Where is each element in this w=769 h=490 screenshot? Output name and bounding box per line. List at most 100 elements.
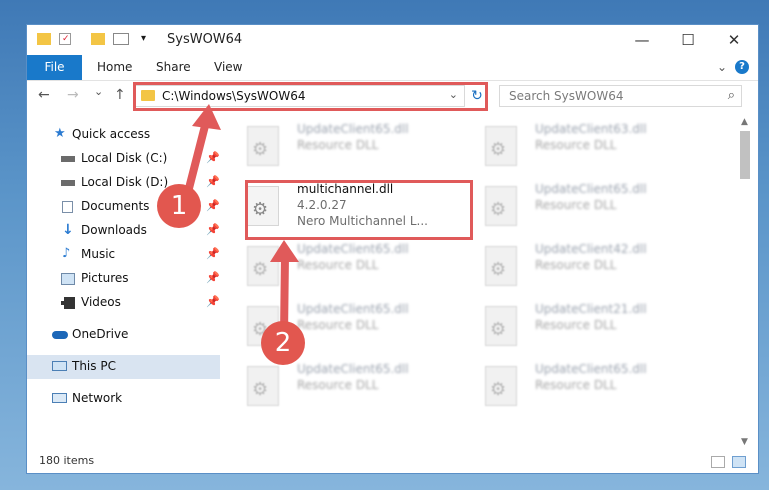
pin-icon[interactable]: 📌 (206, 223, 220, 236)
scroll-down-icon[interactable]: ▼ (741, 437, 748, 447)
file-item[interactable]: UpdateClient65.dll Resource DLL (227, 238, 447, 294)
file-name: UpdateClient42.dll (535, 242, 647, 256)
sidebar-item-label: Local Disk (C:) (81, 151, 168, 165)
window-title: SysWOW64 (167, 32, 243, 47)
file-tab[interactable]: File (27, 55, 82, 80)
dll-file-icon (485, 306, 517, 346)
tab-view[interactable]: View (214, 55, 242, 80)
file-description: Resource DLL (535, 258, 617, 272)
folder-icon (37, 33, 51, 45)
dll-file-icon (485, 366, 517, 406)
file-item[interactable]: UpdateClient63.dll Resource DLL (465, 118, 685, 174)
details-view-icon[interactable] (711, 456, 725, 468)
customize-toolbar-icon[interactable]: ▾ (141, 33, 155, 45)
film-icon (61, 297, 75, 309)
pin-icon[interactable]: 📌 (206, 247, 220, 260)
star-icon: ★ (54, 126, 66, 141)
search-input[interactable]: Search SysWOW64 ⌕ (499, 85, 742, 107)
tab-share[interactable]: Share (156, 55, 191, 80)
large-icons-view-icon[interactable] (732, 456, 746, 468)
sidebar-item-network[interactable]: Network (27, 387, 220, 411)
file-description: Resource DLL (297, 258, 379, 272)
file-description: Resource DLL (535, 318, 617, 332)
sidebar-item-label: Local Disk (D:) (81, 175, 169, 189)
pin-icon[interactable]: 📌 (206, 199, 220, 212)
new-folder-icon[interactable] (91, 33, 105, 45)
sidebar-item-quick-access[interactable]: ★ Quick access (27, 123, 220, 147)
file-description: Resource DLL (535, 138, 617, 152)
file-name: UpdateClient65.dll (297, 362, 409, 376)
sidebar-item-label: Pictures (81, 271, 129, 285)
pin-icon[interactable]: 📌 (206, 271, 220, 284)
drive-icon (61, 180, 75, 186)
file-name: UpdateClient65.dll (535, 362, 647, 376)
sidebar-item-label: Downloads (81, 223, 147, 237)
dll-file-icon (485, 246, 517, 286)
properties-icon[interactable]: ✓ (59, 33, 71, 45)
help-icon[interactable]: ? (735, 60, 749, 74)
sidebar-item-this-pc[interactable]: This PC (27, 355, 220, 379)
address-highlight-box (133, 82, 488, 111)
item-count: 180 items (39, 454, 95, 467)
back-button[interactable]: ← (38, 87, 50, 103)
dll-file-icon (247, 126, 279, 166)
sidebar-item-label: Quick access (72, 127, 151, 141)
file-name: UpdateClient21.dll (535, 302, 647, 316)
dll-file-icon (485, 186, 517, 226)
forward-button[interactable]: → (67, 87, 79, 103)
navigation-pane: ★ Quick access Local Disk (C:) 📌 Local D… (27, 120, 220, 450)
view-options-icon[interactable] (113, 33, 129, 45)
file-item[interactable]: UpdateClient65.dll Resource DLL (227, 298, 447, 354)
scroll-up-icon[interactable]: ▲ (741, 117, 748, 127)
pin-icon[interactable]: 📌 (206, 295, 220, 308)
cloud-icon (52, 331, 68, 339)
document-icon (62, 201, 73, 213)
file-highlight-box (245, 180, 473, 240)
sidebar-item-videos[interactable]: Videos 📌 (27, 291, 220, 315)
sidebar-item-onedrive[interactable]: OneDrive (27, 323, 220, 347)
dll-file-icon (247, 366, 279, 406)
file-item[interactable]: UpdateClient65.dll Resource DLL (465, 178, 685, 234)
file-item[interactable]: UpdateClient42.dll Resource DLL (465, 238, 685, 294)
file-list: UpdateClient65.dll Resource DLL multicha… (227, 118, 739, 446)
ribbon-expand-icon[interactable]: ⌄ (717, 55, 727, 80)
file-description: Resource DLL (535, 198, 617, 212)
tab-home[interactable]: Home (97, 55, 132, 80)
title-bar: ✓ ▾ SysWOW64 — ☐ ✕ (27, 25, 758, 55)
music-icon: ♪ (62, 246, 71, 261)
pin-icon[interactable]: 📌 (206, 175, 220, 188)
step-2-badge: 2 (261, 321, 305, 365)
close-button[interactable]: ✕ (711, 25, 757, 55)
drive-icon (61, 156, 75, 162)
sidebar-item-label: OneDrive (72, 327, 129, 341)
sidebar-item-label: Videos (81, 295, 121, 309)
file-description: Resource DLL (297, 318, 379, 332)
search-placeholder: Search SysWOW64 (509, 89, 624, 103)
file-name: UpdateClient63.dll (535, 122, 647, 136)
sidebar-item-local-disk-c[interactable]: Local Disk (C:) 📌 (27, 147, 220, 171)
download-arrow-icon: ↓ (62, 222, 74, 238)
file-name: UpdateClient65.dll (297, 242, 409, 256)
file-name: UpdateClient65.dll (535, 182, 647, 196)
pictures-icon (61, 273, 75, 285)
scrollbar-thumb[interactable] (740, 131, 750, 179)
maximize-button[interactable]: ☐ (665, 25, 711, 55)
ribbon-tabs: File Home Share View ⌄ ? (27, 55, 758, 81)
vertical-scrollbar[interactable]: ▲ ▼ (737, 115, 754, 450)
sidebar-item-music[interactable]: ♪ Music 📌 (27, 243, 220, 267)
sidebar-item-label: This PC (72, 359, 116, 373)
file-item[interactable]: UpdateClient65.dll Resource DLL (465, 358, 685, 414)
pin-icon[interactable]: 📌 (206, 151, 220, 164)
minimize-button[interactable]: — (619, 25, 665, 55)
sidebar-item-pictures[interactable]: Pictures 📌 (27, 267, 220, 291)
file-item[interactable]: UpdateClient21.dll Resource DLL (465, 298, 685, 354)
sidebar-item-label: Network (72, 391, 123, 405)
dll-file-icon (485, 126, 517, 166)
file-item[interactable]: UpdateClient65.dll Resource DLL (227, 358, 447, 414)
status-bar: 180 items (27, 451, 758, 473)
computer-icon (52, 361, 67, 371)
recent-locations-button[interactable]: ⌄ (94, 85, 103, 98)
file-item[interactable]: UpdateClient65.dll Resource DLL (227, 118, 447, 174)
up-button[interactable]: ↑ (114, 87, 126, 103)
sidebar-item-label: Documents (81, 199, 150, 213)
